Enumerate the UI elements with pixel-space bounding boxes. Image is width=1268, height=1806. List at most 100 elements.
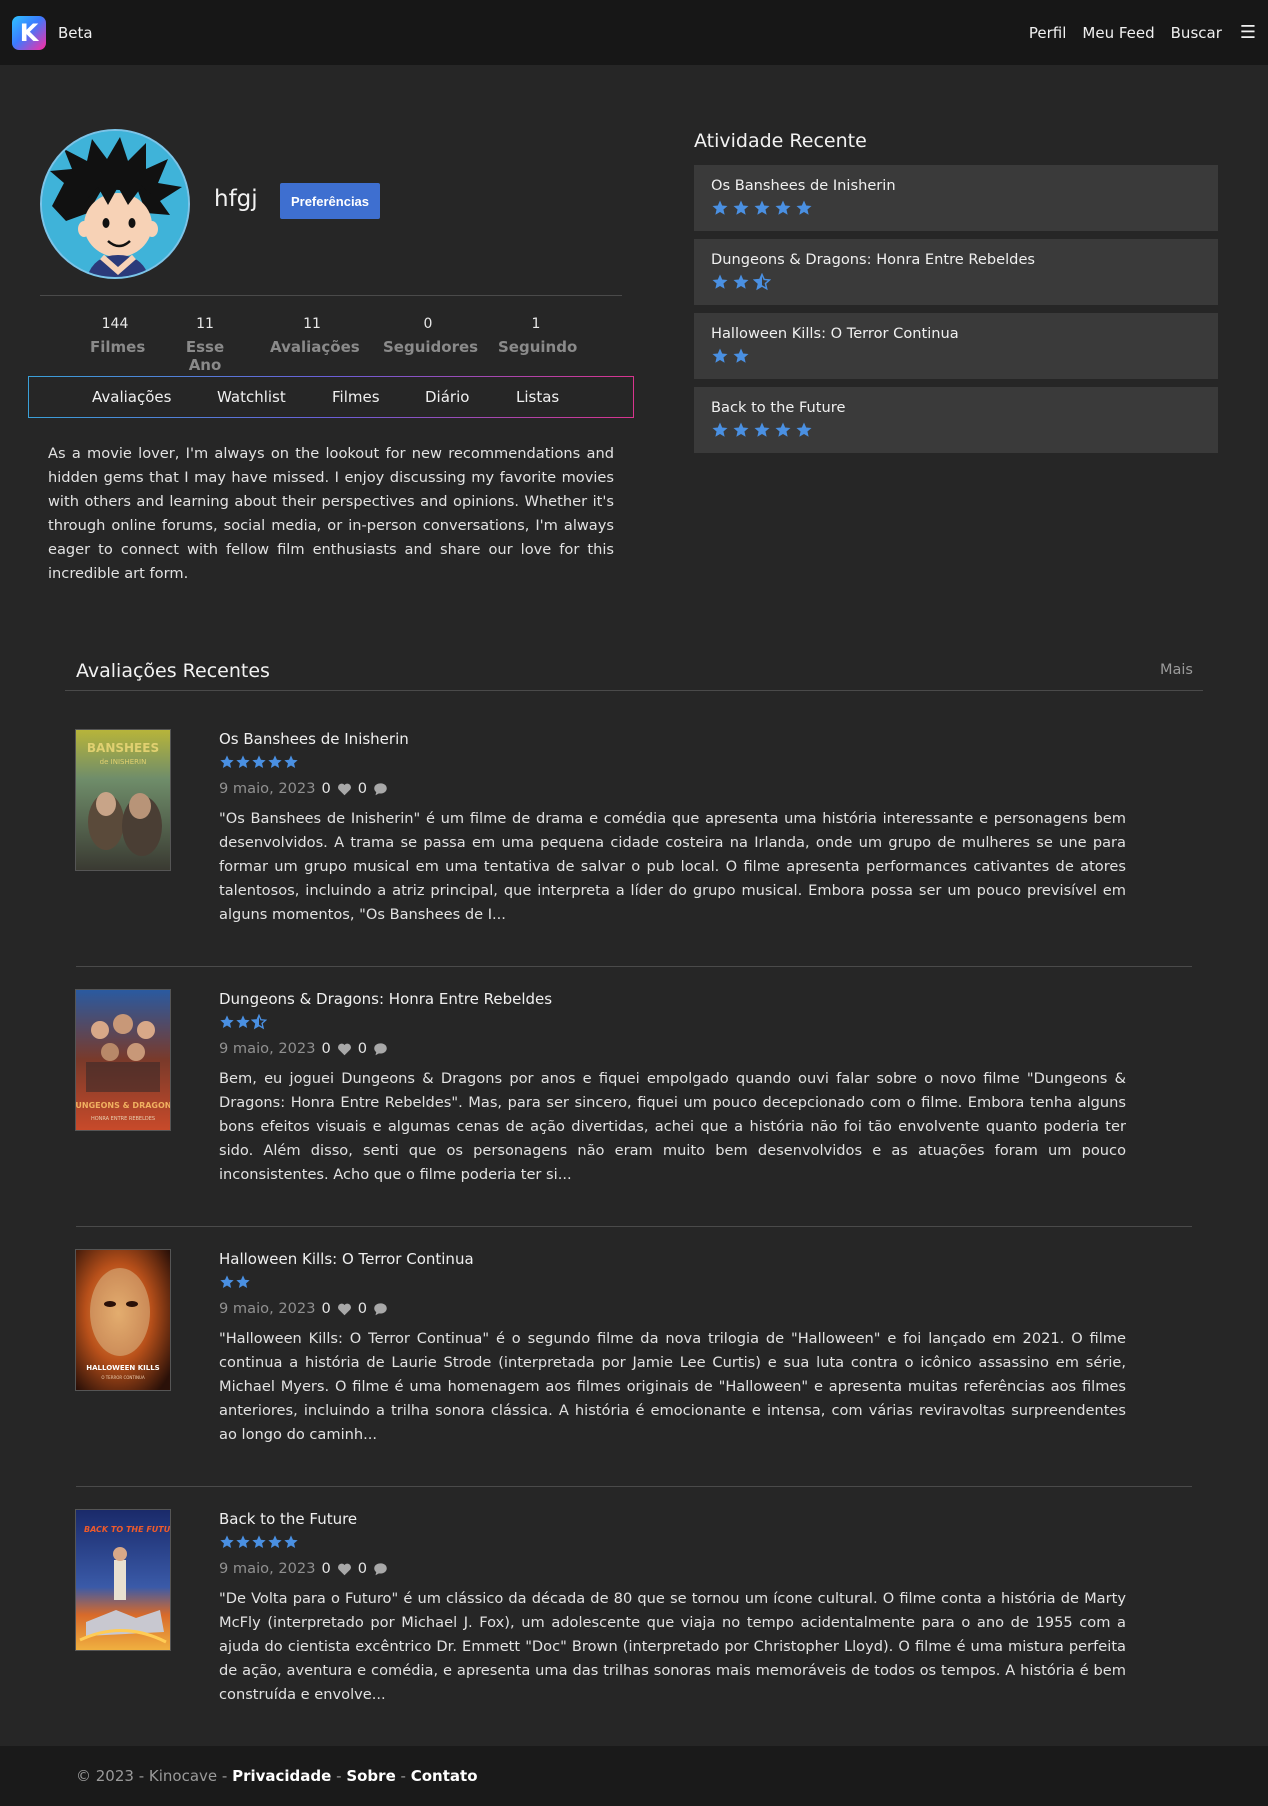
star-rating <box>219 1014 267 1030</box>
footer-link-privacidade[interactable]: Privacidade <box>232 1767 331 1785</box>
profile-bio: As a movie lover, I'm always on the look… <box>48 445 614 582</box>
review-movie-title[interactable]: Halloween Kills: O Terror Continua <box>219 1250 1126 1268</box>
stat-filmes-value: 144 <box>101 316 129 332</box>
star-icon <box>252 1535 266 1548</box>
review-movie-title[interactable]: Back to the Future <box>219 1510 1126 1528</box>
star-icon <box>284 755 298 768</box>
profile-username: hfgj <box>214 186 258 212</box>
star-icon <box>268 1535 282 1548</box>
recent-reviews-divider <box>65 690 1203 691</box>
poster-subtitle: O TERROR CONTINUA <box>101 1375 145 1380</box>
poster-title: HALLOWEEN KILLS <box>86 1364 159 1372</box>
comments-count: 0 <box>357 1040 368 1057</box>
activity-card[interactable]: Os Banshees de Inisherin <box>694 165 1218 231</box>
activity-movie-title[interactable]: Back to the Future <box>711 399 1201 416</box>
review-movie-title[interactable]: Dungeons & Dragons: Honra Entre Rebeldes <box>219 990 1126 1008</box>
poster-dungeons-dragons: DUNGEONS & DRAGONS HONRA ENTRE REBELDES <box>76 990 170 1130</box>
tab-listas[interactable]: Listas <box>516 388 559 406</box>
activity-movie-title[interactable]: Dungeons & Dragons: Honra Entre Rebeldes <box>711 251 1201 268</box>
star-icon <box>775 200 791 215</box>
stat-seguindo-value: 1 <box>531 316 541 332</box>
comment-icon[interactable] <box>373 782 388 796</box>
review-text: "Halloween Kills: O Terror Continua" é o… <box>219 1330 1126 1443</box>
footer-separator: - <box>400 1767 406 1785</box>
activity-movie-title[interactable]: Halloween Kills: O Terror Continua <box>711 325 1201 342</box>
activity-card[interactable]: Halloween Kills: O Terror Continua <box>694 313 1218 379</box>
review-meta: 9 maio, 2023 0 0 <box>219 1560 1126 1577</box>
comment-icon[interactable] <box>373 1042 388 1056</box>
tab-filmes[interactable]: Filmes <box>332 388 380 406</box>
hamburger-icon[interactable]: ☰ <box>1240 22 1256 43</box>
movie-poster[interactable]: HALLOWEEN KILLS O TERROR CONTINUA <box>76 1250 170 1390</box>
comments-count: 0 <box>357 1560 368 1577</box>
stat-avaliacoes-label: Avaliações <box>270 338 360 356</box>
star-half-icon <box>753 273 771 291</box>
tab-diario[interactable]: Diário <box>425 388 469 406</box>
activity-title: Atividade Recente <box>694 130 867 152</box>
star-rating <box>711 347 750 365</box>
poster-halloween-kills: HALLOWEEN KILLS O TERROR CONTINUA <box>76 1250 170 1390</box>
review-divider <box>76 1486 1192 1487</box>
star-half-icon <box>251 1014 267 1030</box>
profile-divider <box>40 295 622 296</box>
heart-icon[interactable] <box>337 1562 352 1576</box>
heart-icon[interactable] <box>337 1302 352 1316</box>
comments-count: 0 <box>357 780 368 797</box>
review-date: 9 maio, 2023 <box>219 1300 316 1317</box>
star-icon <box>220 755 234 768</box>
star-icon <box>220 1535 234 1548</box>
nav-link-buscar[interactable]: Buscar <box>1171 24 1222 42</box>
movie-poster[interactable]: BACK TO THE FUTURE <box>76 1510 170 1650</box>
review-meta: 9 maio, 2023 0 0 <box>219 1040 1126 1057</box>
heart-icon[interactable] <box>337 782 352 796</box>
star-icon <box>268 755 282 768</box>
nav-link-meu-feed[interactable]: Meu Feed <box>1082 24 1154 42</box>
comment-icon[interactable] <box>373 1302 388 1316</box>
top-navbar: K Beta Perfil Meu Feed Buscar ☰ <box>0 0 1268 65</box>
footer-copyright: © 2023 - Kinocave - <box>76 1767 228 1785</box>
review-divider <box>76 1226 1192 1227</box>
stat-avaliacoes[interactable]: 11 Avaliações <box>270 316 360 356</box>
tab-watchlist[interactable]: Watchlist <box>217 388 286 406</box>
brand[interactable]: K Beta <box>12 15 93 50</box>
stat-esse-ano-label: Esse Ano <box>185 338 225 374</box>
star-icon <box>284 1535 298 1548</box>
poster-title: BACK TO THE FUTURE <box>84 1525 170 1534</box>
nav-link-perfil[interactable]: Perfil <box>1029 24 1067 42</box>
stat-esse-ano[interactable]: 11 Esse Ano <box>168 316 242 374</box>
star-rating <box>711 273 771 291</box>
activity-card[interactable]: Dungeons & Dragons: Honra Entre Rebeldes <box>694 239 1218 305</box>
review-movie-title[interactable]: Os Banshees de Inisherin <box>219 730 1126 748</box>
star-icon <box>796 422 812 437</box>
review-divider <box>76 966 1192 967</box>
star-icon <box>712 422 728 437</box>
preferences-button[interactable]: Preferências <box>280 183 380 219</box>
kinocave-logo[interactable]: K <box>12 15 46 50</box>
activity-card[interactable]: Back to the Future <box>694 387 1218 453</box>
review-text: Bem, eu joguei Dungeons & Dragons por an… <box>219 1070 1126 1183</box>
star-icon <box>775 422 791 437</box>
star-rating <box>711 421 813 439</box>
likes-count: 0 <box>321 1560 331 1577</box>
more-link[interactable]: Mais <box>1160 662 1193 678</box>
comment-icon[interactable] <box>373 1562 388 1576</box>
stat-seguindo[interactable]: 1 Seguindo <box>498 316 577 356</box>
stat-seguidores[interactable]: 0 Seguidores <box>383 316 478 356</box>
likes-count: 0 <box>321 1040 331 1057</box>
poster-banshees: BANSHEES de INISHERIN <box>76 730 170 870</box>
movie-poster[interactable]: DUNGEONS & DRAGONS HONRA ENTRE REBELDES <box>76 990 170 1130</box>
star-icon <box>236 1535 250 1548</box>
review-body: Dungeons & Dragons: Honra Entre Rebeldes… <box>219 990 1126 1187</box>
profile-tabs: Avaliações Watchlist Filmes Diário Lista… <box>28 376 634 418</box>
footer-link-contato[interactable]: Contato <box>411 1767 478 1785</box>
movie-poster[interactable]: BANSHEES de INISHERIN <box>76 730 170 870</box>
tab-avaliacoes[interactable]: Avaliações <box>92 388 171 406</box>
star-icon <box>796 200 812 215</box>
likes-count: 0 <box>321 780 331 797</box>
footer-link-sobre[interactable]: Sobre <box>346 1767 395 1785</box>
star-icon <box>712 274 728 289</box>
activity-movie-title[interactable]: Os Banshees de Inisherin <box>711 177 1201 194</box>
heart-icon[interactable] <box>337 1042 352 1056</box>
star-rating <box>219 1274 251 1290</box>
stat-filmes[interactable]: 144 Filmes <box>90 316 145 356</box>
